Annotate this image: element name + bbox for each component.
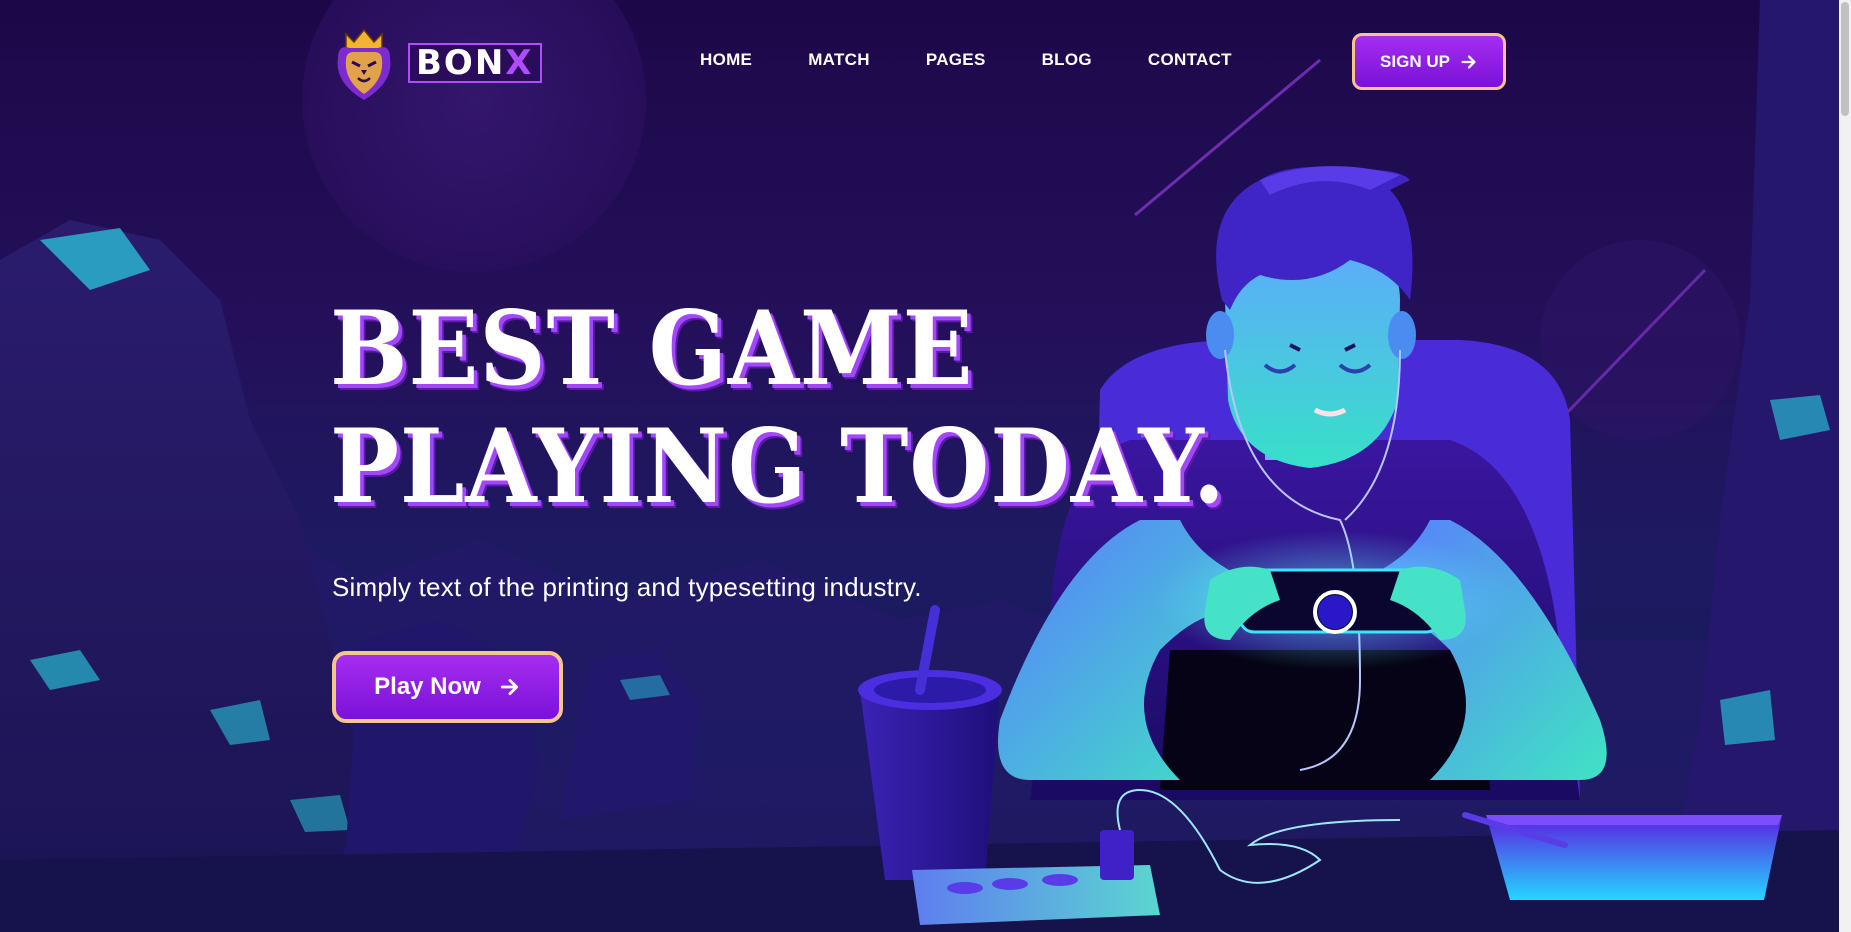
arrow-right-icon: [1461, 54, 1476, 69]
play-now-label: Play Now: [374, 673, 481, 700]
scrollbar-thumb[interactable]: [1841, 2, 1849, 116]
hero-subtitle: Simply text of the printing and typesett…: [332, 572, 922, 602]
nav-item-contact[interactable]: CONTACT: [1148, 50, 1232, 70]
sign-up-button[interactable]: SIGN UP: [1352, 33, 1506, 90]
nav-item-pages[interactable]: PAGES: [926, 50, 986, 70]
brand-logo[interactable]: BON X: [332, 24, 542, 102]
hero-title-line-2: PLAYING TODAY.: [330, 407, 1226, 527]
hero-title-line-1: BEST GAME: [330, 289, 974, 409]
nav-item-blog[interactable]: BLOG: [1042, 50, 1092, 70]
sign-up-label: SIGN UP: [1380, 51, 1450, 71]
nav-item-match[interactable]: MATCH: [808, 50, 870, 70]
play-now-button[interactable]: Play Now: [332, 651, 563, 723]
arrow-right-icon: [500, 678, 518, 696]
page-scrollbar[interactable]: [1839, 0, 1851, 932]
brand-wordmark-accent: X: [505, 43, 534, 83]
hero-title: BEST GAME PLAYING TODAY.: [330, 290, 1226, 526]
page-viewport: BON X HOME MATCH PAGES BLOG CONTACT SIGN …: [0, 0, 1851, 932]
brand-wordmark-main: BON: [416, 43, 506, 83]
brand-wordmark: BON X: [408, 43, 542, 83]
crowned-lion-icon: [337, 28, 391, 100]
main-nav: HOME MATCH PAGES BLOG CONTACT: [700, 50, 1288, 70]
nav-item-home[interactable]: HOME: [700, 50, 752, 70]
